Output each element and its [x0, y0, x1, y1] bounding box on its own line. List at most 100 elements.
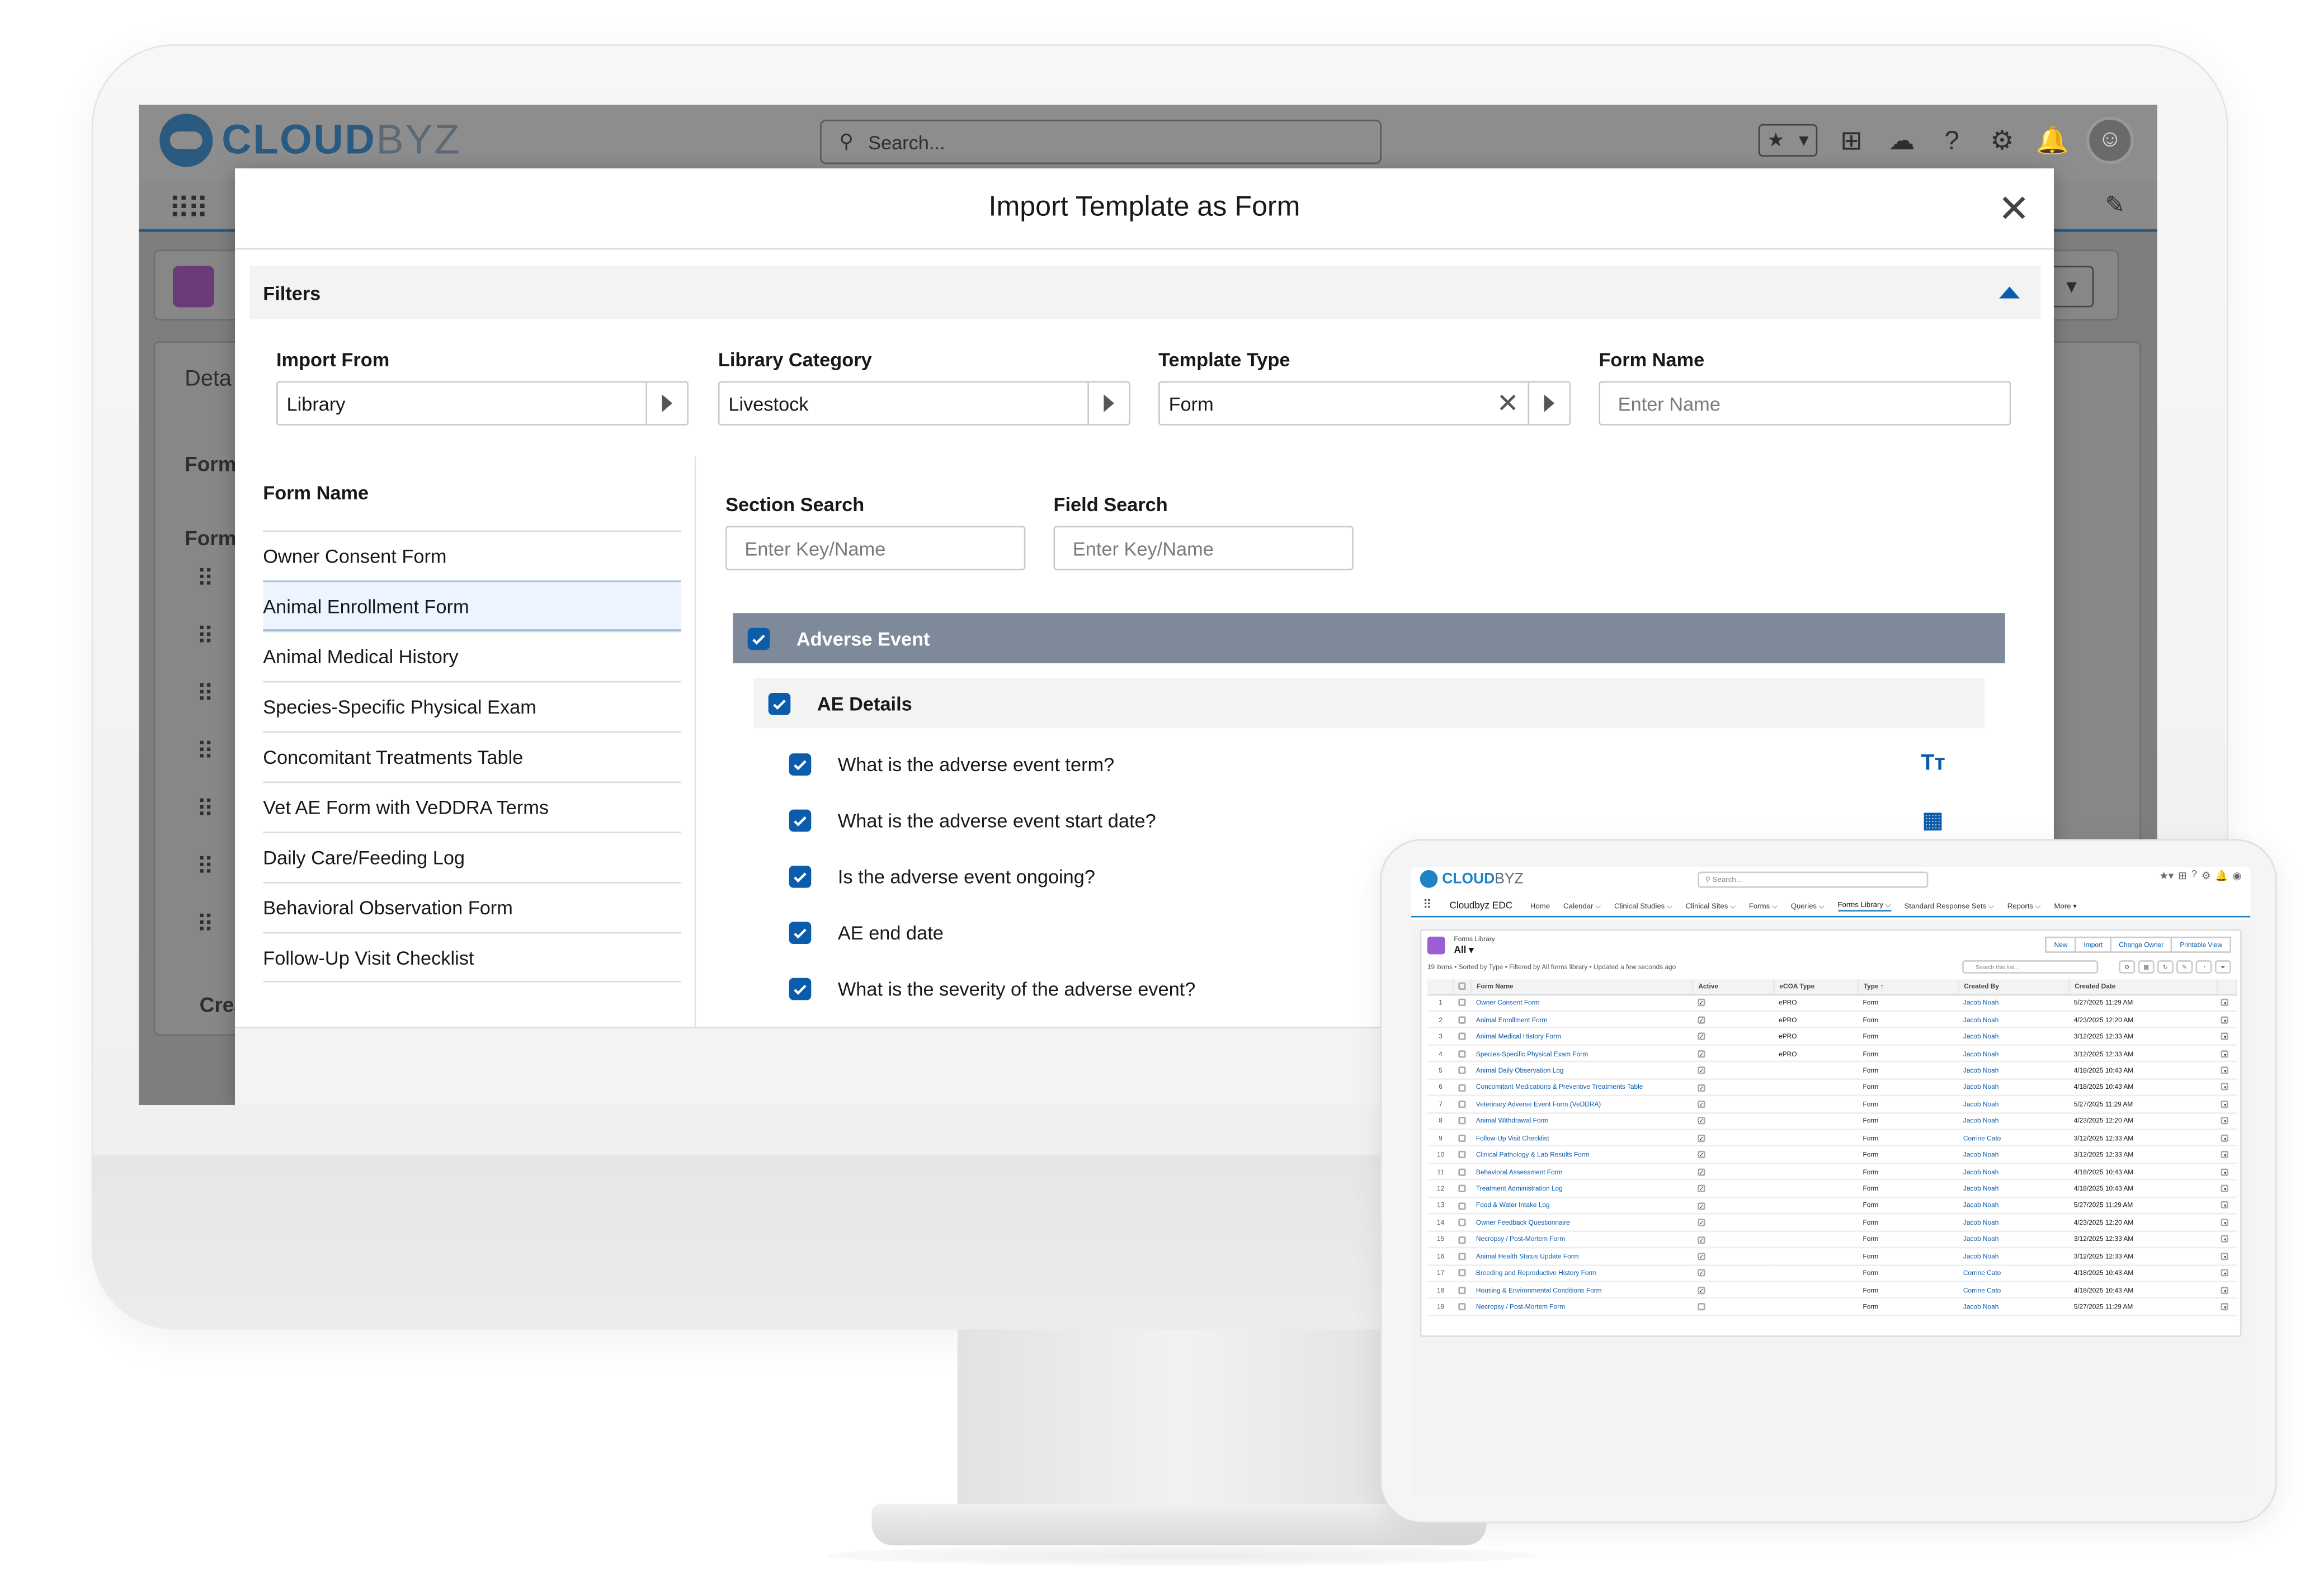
- created-by-link[interactable]: Jacob Noah: [1958, 1061, 2070, 1080]
- created-by-link[interactable]: Jacob Noah: [1958, 1078, 2070, 1097]
- column-header[interactable]: Type ↑: [1858, 979, 1960, 995]
- question-checkbox[interactable]: [789, 809, 812, 832]
- column-header[interactable]: eCOA Type: [1774, 979, 1859, 995]
- chevron-down-icon[interactable]: ▾: [2221, 1134, 2229, 1142]
- form-list-item[interactable]: Owner Consent Form: [263, 530, 681, 580]
- form-list-item[interactable]: Behavioral Observation Form: [263, 882, 681, 932]
- brand-logo[interactable]: CLOUDBYZ: [159, 114, 461, 167]
- row-action-menu[interactable]: ▾: [2217, 1045, 2237, 1063]
- row-action-menu[interactable]: ▾: [2217, 1129, 2237, 1148]
- drag-handle-icon[interactable]: ⠿: [196, 910, 214, 939]
- row-action-menu[interactable]: ▾: [2217, 1197, 2237, 1215]
- row-action-menu[interactable]: ▾: [2217, 994, 2237, 1012]
- row-action-menu[interactable]: ▾: [2217, 1096, 2237, 1113]
- table-row[interactable]: 13 Food & Water Intake Log ✓ Form Jacob Noah…: [1427, 1197, 2237, 1215]
- help-icon[interactable]: ?: [2191, 870, 2197, 882]
- select-all-header[interactable]: [1454, 979, 1473, 995]
- row-select-checkbox[interactable]: [1454, 1197, 1472, 1215]
- form-name-link[interactable]: Animal Health Status Update Form: [1472, 1248, 1694, 1266]
- created-by-link[interactable]: Jacob Noah: [1958, 1197, 2070, 1215]
- row-action-menu[interactable]: ▾: [2217, 1281, 2237, 1300]
- created-by-link[interactable]: Jacob Noah: [1958, 1163, 2070, 1181]
- created-by-link[interactable]: Jacob Noah: [1958, 1011, 2070, 1029]
- filter-icon[interactable]: ⏷: [2214, 960, 2231, 974]
- trailhead-icon[interactable]: ☁: [1886, 124, 1918, 157]
- form-name-link[interactable]: Necropsy / Post-Mortem Form: [1472, 1298, 1694, 1316]
- checkbox-icon[interactable]: [1458, 1066, 1466, 1074]
- form-list-item-selected[interactable]: Animal Enrollment Form: [263, 580, 681, 631]
- row-select-checkbox[interactable]: [1454, 1298, 1472, 1316]
- column-header[interactable]: Created By: [1958, 979, 2071, 995]
- chevron-down-icon[interactable]: ▾: [2221, 1100, 2229, 1108]
- row-select-checkbox[interactable]: [1454, 1180, 1472, 1198]
- subsection-row[interactable]: AE Details: [753, 678, 1985, 729]
- form-name-link[interactable]: Owner Feedback Questionnaire: [1472, 1213, 1694, 1232]
- row-action-menu[interactable]: ▾: [2217, 1078, 2237, 1097]
- table-row[interactable]: 6 Concomitant Medications & Preventive Tr…: [1427, 1078, 2237, 1097]
- table-row[interactable]: 8 Animal Withdrawal Form ✓ Form Jacob Noah 4/…: [1427, 1112, 2237, 1130]
- chevron-down-icon[interactable]: ▾: [2221, 1219, 2229, 1226]
- table-row[interactable]: 4 Species-Specific Physical Exam Form ✓ ePR…: [1427, 1045, 2237, 1063]
- row-action-menu[interactable]: ▾: [2217, 1011, 2237, 1029]
- form-name-link[interactable]: Treatment Administration Log: [1472, 1180, 1694, 1198]
- avatar[interactable]: ☺: [2086, 116, 2134, 164]
- row-action-menu[interactable]: ▾: [2217, 1112, 2237, 1130]
- change-owner-button[interactable]: Change Owner: [2110, 936, 2173, 953]
- form-name-link[interactable]: Housing & Environmental Conditions Form: [1472, 1281, 1694, 1300]
- question-checkbox[interactable]: [789, 866, 812, 888]
- section-search-input[interactable]: Enter Key/Name: [725, 526, 1026, 570]
- library-category-arrow-icon[interactable]: [1087, 383, 1129, 424]
- form-name-link[interactable]: Species-Specific Physical Exam Form: [1472, 1045, 1694, 1063]
- created-by-link[interactable]: Jacob Noah: [1958, 1146, 2070, 1164]
- nav-item[interactable]: Queries ⌵: [1791, 902, 1825, 911]
- column-header[interactable]: Created Date: [2069, 979, 2218, 995]
- chevron-down-icon[interactable]: ▾: [2221, 1252, 2229, 1260]
- refresh-icon[interactable]: ↻: [2157, 960, 2174, 974]
- row-select-checkbox[interactable]: [1454, 1163, 1472, 1181]
- row-select-checkbox[interactable]: [1454, 1011, 1472, 1029]
- app-launcher-icon[interactable]: ⠿⠿: [168, 191, 209, 228]
- table-row[interactable]: 2 Animal Enrollment Form ✓ ePRO Form Jacob No…: [1427, 1011, 2237, 1029]
- row-action-menu[interactable]: ▾: [2217, 1248, 2237, 1266]
- plus-icon[interactable]: ⊞: [1835, 124, 1868, 157]
- form-name-link[interactable]: Animal Withdrawal Form: [1472, 1112, 1694, 1130]
- created-by-link[interactable]: Corrine Cato: [1958, 1129, 2070, 1148]
- drag-handle-icon[interactable]: ⠿: [196, 737, 214, 767]
- row-select-checkbox[interactable]: [1454, 1078, 1472, 1097]
- gear-icon[interactable]: ⚙: [2119, 960, 2136, 974]
- table-view-icon[interactable]: ▦: [2138, 960, 2155, 974]
- favorites-button[interactable]: ★ ▾: [1758, 124, 1818, 157]
- form-name-link[interactable]: Animal Daily Observation Log: [1472, 1061, 1694, 1080]
- form-name-filter-input[interactable]: Enter Name: [1599, 381, 2011, 426]
- printable-view-button[interactable]: Printable View: [2171, 936, 2231, 953]
- table-row[interactable]: 9 Follow-Up Visit Checklist ✓ Form Corrine C…: [1427, 1129, 2237, 1148]
- table-row[interactable]: 14 Owner Feedback Questionnaire ✓ Form Jacob…: [1427, 1213, 2237, 1232]
- field-search-input[interactable]: Enter Key/Name: [1053, 526, 1354, 570]
- created-by-link[interactable]: Jacob Noah: [1958, 1028, 2070, 1046]
- checkbox-icon[interactable]: [1458, 1252, 1466, 1260]
- chevron-down-icon[interactable]: ▾: [2221, 1269, 2229, 1277]
- edit-nav-icon[interactable]: ✎: [2105, 191, 2124, 220]
- row-action-menu[interactable]: ▾: [2217, 1163, 2237, 1181]
- close-icon[interactable]: ✕: [1995, 189, 2033, 228]
- table-row[interactable]: 16 Animal Health Status Update Form ✓ Form J…: [1427, 1248, 2237, 1266]
- checkbox-icon[interactable]: [1458, 1016, 1466, 1024]
- nav-item[interactable]: Reports ⌵: [2007, 902, 2041, 911]
- chevron-down-icon[interactable]: ▾: [2221, 1286, 2229, 1294]
- row-action-menu[interactable]: ▾: [2217, 1213, 2237, 1232]
- subsection-checkbox[interactable]: [768, 692, 791, 715]
- row-action-menu[interactable]: ▾: [2217, 1061, 2237, 1080]
- avatar[interactable]: ◉: [2232, 870, 2241, 882]
- created-by-link[interactable]: Jacob Noah: [1958, 994, 2070, 1012]
- form-name-link[interactable]: Breeding and Reproductive History Form: [1472, 1264, 1694, 1282]
- nav-item[interactable]: Clinical Studies ⌵: [1614, 902, 1672, 911]
- form-name-link[interactable]: Animal Enrollment Form: [1472, 1011, 1694, 1029]
- import-from-arrow-icon[interactable]: [645, 383, 687, 424]
- nav-item[interactable]: More ▾: [2054, 902, 2076, 911]
- table-row[interactable]: 12 Treatment Administration Log ✓ Form Jacob…: [1427, 1180, 2237, 1198]
- form-list-item[interactable]: Animal Medical History: [263, 631, 681, 681]
- checkbox-icon[interactable]: [1458, 1303, 1466, 1311]
- created-by-link[interactable]: Corrine Cato: [1958, 1281, 2070, 1300]
- form-list-item[interactable]: Follow-Up Visit Checklist: [263, 932, 681, 983]
- chevron-down-icon[interactable]: ▾: [2221, 1032, 2229, 1041]
